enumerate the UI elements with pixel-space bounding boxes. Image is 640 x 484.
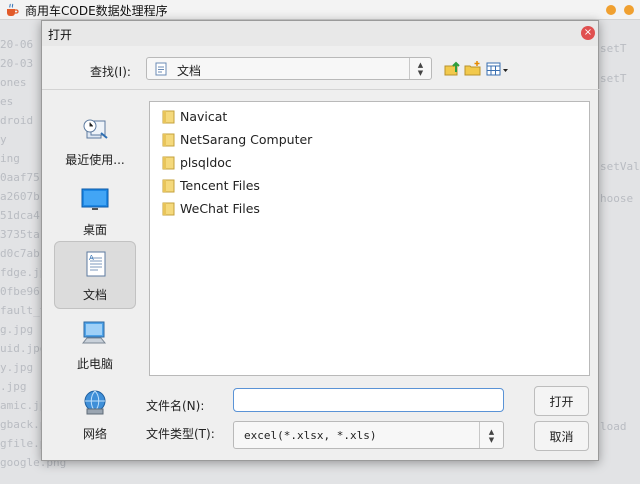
background-code-line: g.jpg — [0, 323, 34, 336]
documents-small-icon — [154, 62, 168, 79]
sidebar-item-this-pc[interactable]: 此电脑 — [54, 311, 136, 379]
look-in-combo[interactable]: 文档 ▲ ▼ — [146, 57, 432, 80]
folder-icon — [162, 179, 176, 193]
background-code-line: load — [600, 420, 627, 433]
background-code-line: gfile.p — [0, 437, 47, 450]
file-name-label: 文件名(N): — [146, 399, 205, 413]
background-code-line: amic.jp — [0, 399, 47, 412]
background-code-line: uid.jpg — [0, 342, 47, 355]
places-sidebar: 最近使用... 桌面 A 文档 此电脑 网络 — [52, 99, 136, 441]
view-menu-icon[interactable] — [486, 60, 510, 78]
background-code-line: fault_t — [0, 304, 47, 317]
sidebar-item-label: 此电脑 — [76, 357, 113, 371]
background-code-line: setT — [600, 42, 627, 55]
background-code-line: d0c7ab — [0, 247, 40, 260]
recent-icon — [81, 115, 109, 143]
open-button[interactable]: 打开 — [534, 386, 589, 416]
desktop-icon — [81, 185, 109, 213]
background-code-line: y — [0, 133, 7, 146]
background-code-line: .jpg — [0, 380, 27, 393]
file-name: Navicat — [180, 109, 228, 124]
background-code-line: gback.p — [0, 418, 47, 431]
background-code-line: 0aaf75 — [0, 171, 40, 184]
sidebar-item-label: 网络 — [82, 427, 107, 441]
folder-icon — [162, 156, 176, 170]
sidebar-item-desktop[interactable]: 桌面 — [54, 177, 136, 245]
background-code-line: hoose — [600, 192, 634, 205]
maximize-button[interactable] — [624, 5, 634, 15]
background-code-line: droid — [0, 114, 34, 127]
sidebar-item-network[interactable]: 网络 — [54, 381, 136, 449]
background-code-line: 20-03 — [0, 57, 34, 70]
background-code-line: setVal — [600, 160, 640, 173]
background-code-line: 0fbe96 — [0, 285, 40, 298]
dialog-titlebar: 打开 × — [42, 21, 598, 46]
background-code-line: ing — [0, 152, 20, 165]
file-type-value: excel(*.xlsx, *.xls) — [244, 429, 377, 442]
file-name: WeChat Files — [180, 201, 260, 216]
app-title: 商用车CODE数据处理程序 — [25, 4, 168, 18]
network-icon — [81, 389, 109, 417]
file-type-spinner-icon[interactable]: ▲ ▼ — [479, 422, 503, 448]
close-button[interactable]: × — [581, 26, 595, 40]
java-cup-icon — [5, 3, 19, 17]
look-in-value: 文档 — [177, 64, 202, 78]
background-code-line: 3735ta — [0, 228, 40, 241]
background-code-line: ones — [0, 76, 27, 89]
file-name-input[interactable] — [233, 388, 504, 412]
background-code-line: 51dca4 — [0, 209, 40, 222]
dialog-title: 打开 — [48, 28, 73, 42]
toolbar-separator — [42, 89, 600, 90]
file-name: Tencent Files — [180, 178, 260, 193]
background-code-line: a2607b — [0, 190, 40, 203]
svg-text:A: A — [89, 254, 94, 262]
open-file-dialog: 打开 × 查找(I): 文档 ▲ ▼ 最近使用... 桌面 A 文档 此电脑 网… — [41, 20, 600, 461]
file-name: plsqldoc — [180, 155, 232, 170]
sidebar-item-label: 桌面 — [82, 223, 107, 237]
sidebar-item-recent[interactable]: 最近使用... — [54, 107, 136, 175]
background-code-line: y.jpg — [0, 361, 34, 374]
file-list[interactable]: Navicat NetSarang Computer plsqldoc Tenc… — [149, 101, 590, 376]
folder-icon — [162, 202, 176, 216]
cancel-button[interactable]: 取消 — [534, 421, 589, 451]
app-titlebar: 商用车CODE数据处理程序 — [0, 0, 640, 20]
minimize-button[interactable] — [606, 5, 616, 15]
look-in-spinner-icon[interactable]: ▲ ▼ — [409, 58, 431, 79]
sidebar-item-label: 最近使用... — [65, 153, 125, 167]
file-type-label: 文件类型(T): — [146, 427, 215, 441]
file-name: NetSarang Computer — [180, 132, 313, 147]
background-code-line: 20-06 — [0, 38, 34, 51]
folder-icon — [162, 110, 176, 124]
computer-icon — [81, 319, 109, 347]
file-type-combo[interactable]: excel(*.xlsx, *.xls) ▲ ▼ — [233, 421, 504, 449]
look-in-label: 查找(I): — [90, 65, 131, 79]
folder-icon — [162, 133, 176, 147]
documents-icon: A — [82, 250, 110, 278]
new-folder-icon[interactable] — [464, 60, 482, 78]
sidebar-item-documents[interactable]: A 文档 — [54, 241, 136, 309]
background-code-line: es — [0, 95, 14, 108]
sidebar-item-label: 文档 — [82, 288, 107, 302]
background-code-line: setT — [600, 72, 627, 85]
up-folder-icon[interactable] — [444, 60, 462, 78]
